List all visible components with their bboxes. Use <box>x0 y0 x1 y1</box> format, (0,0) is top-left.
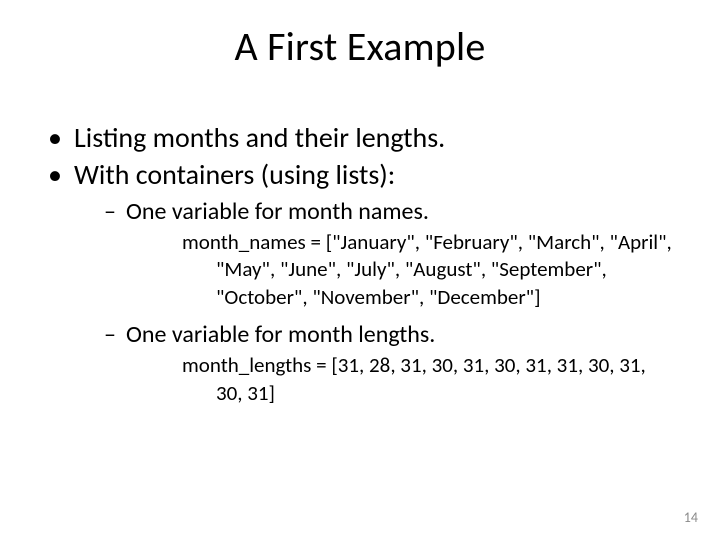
sub-bullet-text: One variable for month names. <box>126 197 429 226</box>
page-number: 14 <box>684 509 698 526</box>
sub-bullet-item: One variable for month names. month_name… <box>104 196 672 311</box>
sub-bullet-item: One variable for month lengths. month_le… <box>104 319 672 407</box>
bullet-text: Listing months and their lengths. <box>74 120 445 155</box>
slide: A First Example Listing months and their… <box>0 0 720 540</box>
bullet-list: Listing months and their lengths. With c… <box>48 120 672 407</box>
slide-title: A First Example <box>0 22 720 71</box>
code-block: month_lengths = [31, 28, 31, 30, 31, 30,… <box>182 352 672 407</box>
sub-bullet-list: One variable for month names. month_name… <box>74 196 672 407</box>
bullet-text: With containers (using lists): <box>74 157 395 192</box>
sub-bullet-text: One variable for month lengths. <box>126 320 435 349</box>
bullet-item: With containers (using lists): One varia… <box>48 157 672 407</box>
code-block: month_names = ["January", "February", "M… <box>182 229 672 311</box>
slide-body: Listing months and their lengths. With c… <box>48 120 672 415</box>
bullet-item: Listing months and their lengths. <box>48 120 672 155</box>
